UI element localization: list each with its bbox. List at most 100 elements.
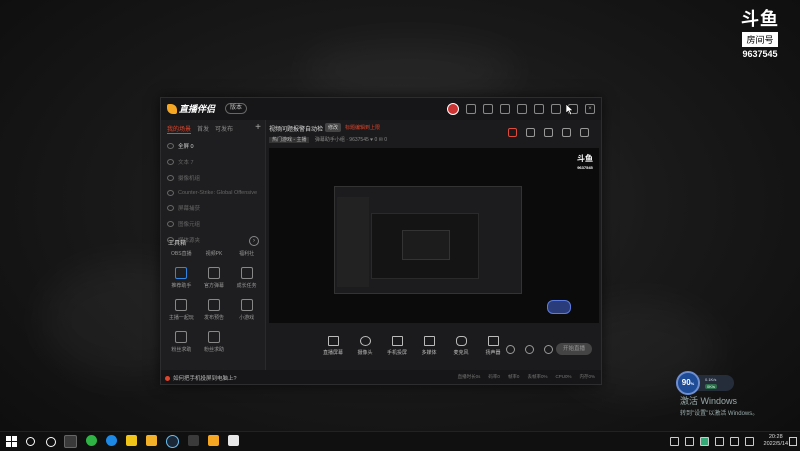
more-tools-button[interactable]: › [249, 236, 259, 246]
steam-icon[interactable] [166, 435, 179, 448]
ime-icon[interactable] [745, 437, 754, 446]
notice-icon [165, 376, 170, 381]
scene-item[interactable]: 文本 7 [161, 154, 265, 170]
tool-preview[interactable]: 发布预告 [198, 299, 231, 321]
file-manager-icon[interactable] [64, 435, 77, 448]
eye-icon[interactable] [167, 190, 174, 196]
add-scene-button[interactable]: + [255, 122, 261, 133]
network-speed-widget[interactable]: 0.1K/s 0K/s 90% [676, 371, 734, 395]
lock-icon[interactable] [526, 128, 535, 137]
notification-icon[interactable] [789, 437, 797, 446]
avatar[interactable] [447, 103, 459, 115]
scene-list: 全屏 0 文本 7 摄像机组 Counter-Strike: Global Of… [161, 138, 265, 248]
app-icon[interactable] [188, 435, 199, 446]
phone-icon [391, 336, 403, 346]
network-icon[interactable] [715, 437, 724, 446]
toolbar-label: 扬声器 [485, 350, 501, 356]
stat-cpu: CPU0% [555, 374, 572, 379]
help-notice[interactable]: 如何把手机投屏到电脑上? [165, 374, 237, 382]
tool-danmaku[interactable]: 官方弹幕 [198, 267, 231, 289]
kakao-icon[interactable] [126, 435, 137, 446]
close-icon[interactable]: × [585, 104, 595, 114]
camera-button[interactable]: 摄像头 [355, 336, 375, 356]
record-icon[interactable] [508, 128, 517, 137]
message-icon[interactable] [483, 104, 493, 114]
tab-publish[interactable]: 可发布 [215, 124, 233, 134]
toolbar-label: 摄像头 [357, 350, 373, 356]
scene-item[interactable]: 摄像机组 [161, 170, 265, 186]
minimize-icon[interactable] [551, 104, 561, 114]
start-live-button[interactable]: 开始直播 [556, 343, 592, 355]
preview-room-badge: 斗鱼 9637545 [577, 154, 593, 172]
task-view-icon[interactable] [46, 437, 56, 447]
list-icon [175, 299, 188, 311]
gamepad-icon [240, 299, 253, 311]
stream-preview[interactable]: 斗鱼 9637545 [269, 148, 599, 331]
eye-icon[interactable] [167, 221, 174, 227]
tool-label: 发布预告 [203, 315, 224, 321]
tool-video-pk[interactable]: 视频PK [198, 250, 231, 257]
tool-recommend[interactable]: 推荐助手 [165, 267, 198, 289]
scene-item[interactable]: 图像元组 [161, 216, 265, 232]
gift-icon[interactable] [466, 104, 476, 114]
microphone-button[interactable]: 麦克风 [451, 336, 471, 356]
phone-cast-button[interactable]: 手机投屏 [387, 336, 407, 356]
speaker-button[interactable]: 扬声器 [483, 336, 503, 356]
stat-memory: 内存0% [579, 374, 595, 379]
system-tray [670, 437, 754, 446]
clock[interactable]: 20:28 2022/5/14 [764, 434, 788, 448]
bell-icon[interactable] [562, 128, 571, 137]
multimedia-button[interactable]: 多媒体 [419, 336, 439, 356]
eye-icon[interactable] [167, 143, 174, 149]
tool-obs[interactable]: OBS直播 [165, 250, 198, 257]
share-icon[interactable] [580, 128, 589, 137]
streaming-app-icon[interactable] [208, 435, 219, 446]
edge-icon[interactable] [106, 435, 117, 446]
category-tag[interactable]: 热门游戏 - 主播 [269, 137, 310, 143]
folder-icon[interactable] [146, 435, 157, 446]
volume-icon[interactable] [730, 437, 739, 446]
screen-capture-button[interactable]: 直播屏幕 [323, 336, 343, 356]
scene-item[interactable]: 全屏 0 [161, 138, 265, 154]
chevron-up-icon[interactable] [670, 437, 679, 446]
window-icon[interactable] [228, 435, 239, 446]
cloud-icon[interactable] [685, 437, 694, 446]
tool-fan-help[interactable]: 粉丝求助 [165, 331, 198, 353]
tool-play-together[interactable]: 主播一起玩 [165, 299, 198, 321]
mouse-cursor [566, 104, 574, 115]
scene-item[interactable]: 屏幕捕获 [161, 200, 265, 216]
microphone-icon [455, 336, 467, 346]
eye-icon[interactable] [167, 205, 174, 211]
screen-icon[interactable] [500, 104, 510, 114]
settings-icon[interactable] [544, 345, 553, 354]
tool-minigame[interactable]: 小游戏 [230, 299, 263, 321]
wechat-tray-icon[interactable] [700, 437, 709, 446]
scene-label: 文本 7 [178, 160, 194, 166]
shirt-icon[interactable] [517, 104, 527, 114]
windows-start-icon[interactable] [6, 436, 17, 447]
stream-header: 视频问题报警自动检 修改 标题编辑到上限 热门游戏 - 主播 弹幕助手小组 · … [269, 123, 597, 148]
search-icon[interactable] [26, 437, 35, 446]
edit-title-button[interactable]: 修改 [325, 123, 342, 132]
tab-first[interactable]: 首发 [197, 124, 209, 134]
wechat-icon[interactable] [86, 435, 97, 446]
nested-preview [371, 213, 479, 279]
tool-welfare[interactable]: 福利社 [230, 250, 263, 257]
room-label: 房间号 [742, 32, 778, 47]
version-button[interactable]: 版本 [225, 103, 248, 114]
scene-item[interactable]: Counter-Strike: Global Offensive [161, 186, 265, 200]
record-video-icon[interactable] [506, 345, 515, 354]
net-percent: 90 [681, 378, 691, 387]
tool-growth[interactable]: 成长任务 [230, 267, 263, 289]
stream-controls [506, 345, 553, 354]
tool-fan-help-2[interactable]: 粉丝求助 [198, 331, 231, 353]
taskbar: 20:28 2022/5/14 [0, 431, 800, 451]
eye-icon[interactable] [167, 175, 174, 181]
menu-icon[interactable] [534, 104, 544, 114]
download-icon [240, 267, 253, 279]
stream-meta: 热门游戏 - 主播 弹幕助手小组 · 9637545 ♥ 0 ✉ 0 [269, 136, 387, 143]
layout-icon[interactable] [544, 128, 553, 137]
info-icon[interactable] [525, 345, 534, 354]
eye-icon[interactable] [167, 159, 174, 165]
tab-my-scenes[interactable]: 我的场景 [167, 124, 192, 134]
